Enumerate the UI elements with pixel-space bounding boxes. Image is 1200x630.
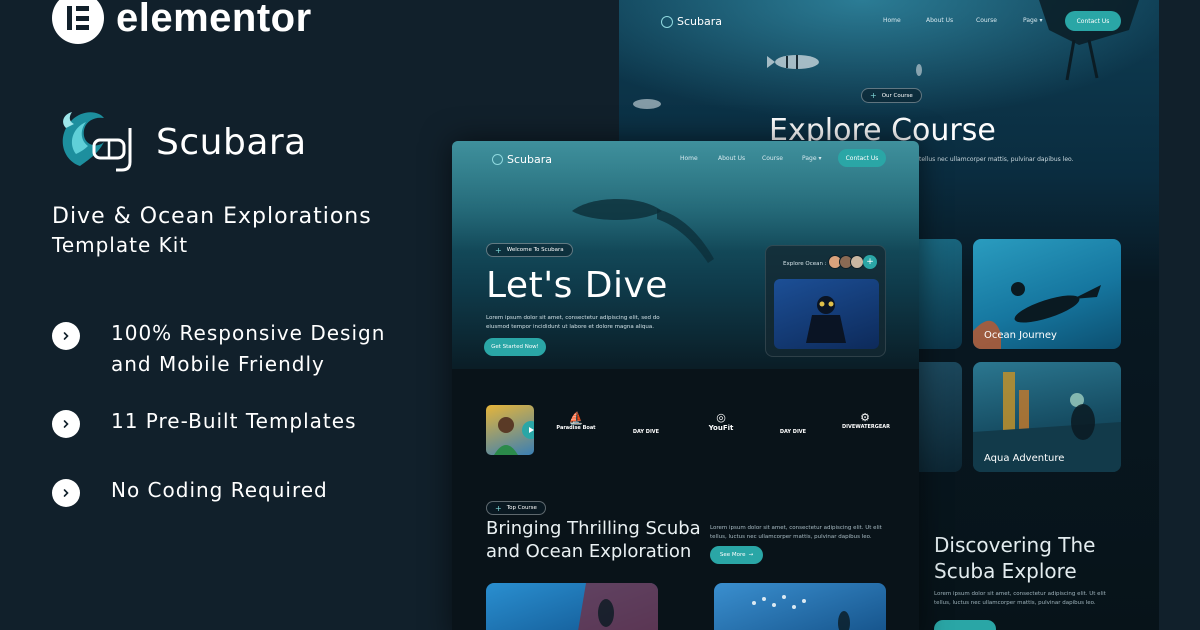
feature-item: 100% Responsive Design and Mobile Friendl… xyxy=(52,318,385,380)
chevron-right-icon xyxy=(52,410,80,438)
plus-icon: + xyxy=(495,245,502,255)
hero-body: Lorem ipsum dolor sit amet, consectetur … xyxy=(486,315,660,330)
partner-logo: ⛵ Paradise Boat xyxy=(556,411,596,431)
nav-link-course[interactable]: Course xyxy=(976,17,997,24)
elementor-logo-icon xyxy=(52,0,104,44)
section-body: Lorem ipsum dolor sit amet, consectetur … xyxy=(710,525,882,540)
back-site-nav: Scubara Home About Us Course Page ▾ Cont… xyxy=(619,8,1159,34)
diver-thumbnail-image xyxy=(774,279,879,349)
nav-link-home[interactable]: Home xyxy=(883,17,901,24)
nav-link-about[interactable]: About Us xyxy=(926,17,953,24)
back-section-pill: + Our Course xyxy=(861,88,922,103)
wave-mask-logo-icon xyxy=(62,112,132,172)
nav-link-page[interactable]: Page ▾ xyxy=(1023,17,1042,24)
gear-icon: ⚙ xyxy=(860,411,870,424)
arrow-right-icon: → xyxy=(748,552,754,558)
section-heading: Bringing Thrilling Scuba and Ocean Explo… xyxy=(486,518,701,562)
see-more-button[interactable]: See More → xyxy=(710,546,763,564)
partner-logo: ◎ YouFit xyxy=(698,411,744,432)
nav-link-home[interactable]: Home xyxy=(680,155,698,162)
nav-link-about[interactable]: About Us xyxy=(718,155,745,162)
discover-button[interactable] xyxy=(934,620,996,630)
nav-link-course[interactable]: Course xyxy=(762,155,783,162)
brand-name: elementor xyxy=(116,0,312,40)
tagline-line-1: Dive & Ocean Explorations xyxy=(52,204,372,229)
scubara-brand: Scubara xyxy=(58,108,307,176)
course-image-card[interactable] xyxy=(714,583,886,630)
boat-icon: ⛵ xyxy=(568,411,584,425)
course-image-card[interactable] xyxy=(486,583,658,630)
card-label: Ocean Journey xyxy=(984,330,1057,341)
feature-item: No Coding Required xyxy=(52,475,328,507)
product-tagline: Dive & Ocean Explorations Template Kit xyxy=(52,202,372,259)
back-hero-subtitle: tellus nec ullamcorper mattis, pulvinar … xyxy=(919,156,1074,163)
feature-item: 11 Pre-Built Templates xyxy=(52,406,357,438)
explore-label: Explore Ocean : xyxy=(783,261,827,267)
course-card-ocean-journey[interactable]: Ocean Journey xyxy=(973,239,1121,349)
scubara-small-logo-icon xyxy=(661,15,673,28)
fish-school-image xyxy=(752,595,850,630)
top-course-pill: + Top Course xyxy=(486,501,546,515)
partner-logo: DAY DIVE xyxy=(632,429,660,435)
discover-body: Lorem ipsum dolor sit amet, consectetur … xyxy=(934,591,1106,606)
course-card-aqua-adventure[interactable]: Aqua Adventure xyxy=(973,362,1121,472)
play-icon[interactable] xyxy=(522,421,534,439)
tagline-line-2: Template Kit xyxy=(52,232,189,257)
elementor-brand: elementor xyxy=(52,0,312,44)
feature-text: 11 Pre-Built Templates xyxy=(111,409,357,433)
add-plus-icon[interactable]: + xyxy=(863,255,877,269)
feature-text: No Coding Required xyxy=(111,478,328,502)
front-nav-logo[interactable]: Scubara xyxy=(492,153,552,166)
feature-text: 100% Responsive Design and Mobile Friendl… xyxy=(111,321,386,376)
explore-ocean-card[interactable]: Explore Ocean : + xyxy=(765,245,886,357)
nav-link-page[interactable]: Page ▾ xyxy=(802,155,821,162)
avatar xyxy=(850,255,864,269)
nav-contact-button[interactable]: Contact Us xyxy=(1065,11,1121,31)
chevron-right-icon xyxy=(52,322,80,350)
hero-title: Let's Dive xyxy=(486,265,668,306)
video-thumbnail[interactable] xyxy=(486,405,534,455)
plus-icon: + xyxy=(495,503,502,513)
product-name: Scubara xyxy=(156,121,307,163)
hero-welcome-pill: + Welcome To Scubara xyxy=(486,243,573,257)
front-page-mockup: Scubara Home About Us Course Page ▾ Cont… xyxy=(452,141,919,630)
nav-contact-button[interactable]: Contact Us xyxy=(838,149,886,167)
plus-icon: + xyxy=(870,91,877,100)
back-nav-logo[interactable]: Scubara xyxy=(661,15,722,28)
coral-image xyxy=(578,583,658,630)
swirl-icon: ◎ xyxy=(716,411,726,424)
scubara-small-logo-icon xyxy=(492,154,503,165)
partner-logo: DAY DIVE xyxy=(779,429,807,435)
partner-logo: ⚙ DIVEWATERGEAR xyxy=(842,411,890,430)
get-started-button[interactable]: Get Started Now! xyxy=(484,338,546,356)
card-label: Aqua Adventure xyxy=(984,453,1065,464)
chevron-right-icon xyxy=(52,479,80,507)
discover-heading: Discovering The Scuba Explore xyxy=(934,533,1096,583)
hero-section: Scubara Home About Us Course Page ▾ Cont… xyxy=(452,141,919,369)
